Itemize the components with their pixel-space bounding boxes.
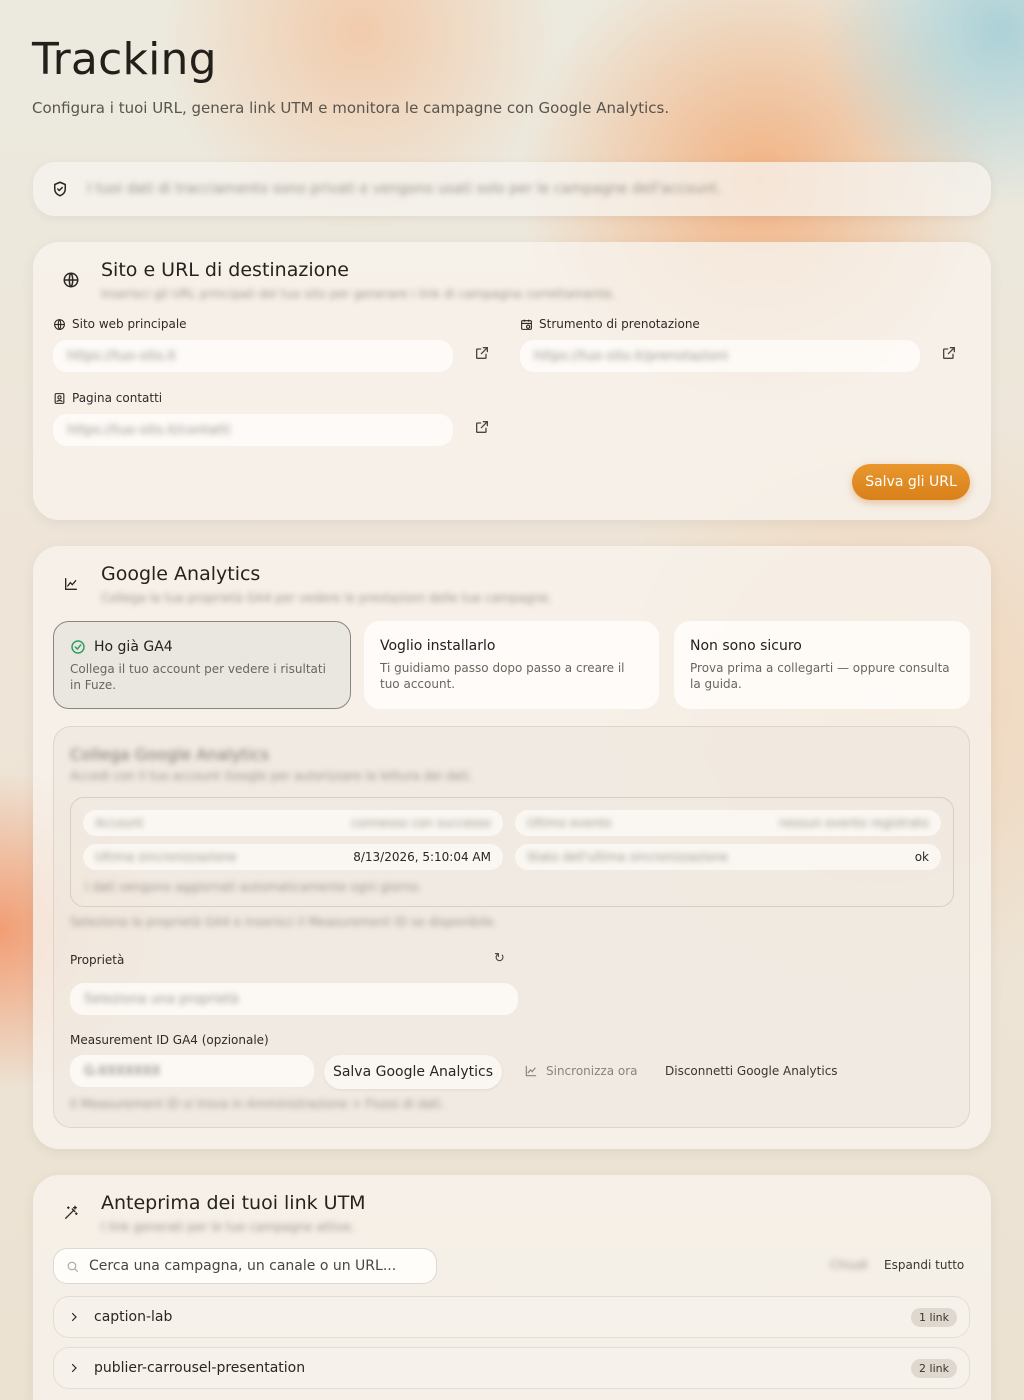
connection-description: Accedi con il tuo account Google per aut…	[70, 769, 473, 783]
measurement-id-label: Measurement ID GA4 (opzionale)	[70, 1033, 269, 1047]
external-link-icon[interactable]	[941, 345, 959, 363]
ga-card-description: Collega la tua proprietà GA4 per vedere …	[101, 591, 553, 605]
booking-url-input[interactable]: https://tuo-sito.it/prenotazioni	[520, 340, 920, 372]
disconnect-ga-button[interactable]: Disconnetti Google Analytics	[665, 1064, 838, 1078]
urls-card-title: Sito e URL di destinazione	[101, 259, 349, 281]
measurement-footer-note: Il Measurement ID si trova in Amministra…	[70, 1097, 445, 1111]
utm-card-title: Anteprima dei tuoi link UTM	[101, 1192, 366, 1214]
website-url-input[interactable]: https://tuo-sito.it	[53, 340, 453, 372]
link-count-badge: 2 link	[911, 1358, 957, 1378]
stat-last-event: Ultimo evento nessun evento registrato	[515, 810, 941, 836]
campaign-row[interactable]: caption-lab 1 link	[53, 1296, 970, 1338]
chevron-right-icon[interactable]	[68, 1311, 80, 1323]
check-circle-icon	[70, 639, 86, 655]
page-subtitle: Configura i tuoi URL, genera link UTM e …	[32, 99, 670, 117]
external-link-icon[interactable]	[474, 345, 492, 363]
line-chart-icon	[57, 570, 85, 598]
booking-label: Strumento di prenotazione	[520, 317, 700, 331]
option-not-sure[interactable]: Non sono sicuro Prova prima a collegarti…	[674, 621, 970, 709]
sync-now-button[interactable]: Sincronizza ora	[524, 1064, 638, 1078]
magic-wand-icon	[57, 1199, 85, 1227]
chevron-right-icon[interactable]	[68, 1362, 80, 1374]
save-urls-button[interactable]: Salva gli URL	[852, 464, 970, 500]
calendar-clock-icon	[520, 318, 533, 331]
globe-icon	[53, 318, 66, 331]
stats-note: I dati vengono aggiornati automaticament…	[85, 880, 422, 894]
option-install-ga4[interactable]: Voglio installarlo Ti guidiamo passo dop…	[364, 621, 659, 709]
page-title: Tracking	[32, 34, 217, 85]
google-analytics-card: Google Analytics Collega la tua propriet…	[33, 546, 991, 1149]
stat-last-sync: Ultima sincronizzazione 8/13/2026, 5:10:…	[83, 844, 503, 870]
connection-note: Seleziona la proprietà GA4 e inserisci i…	[70, 915, 498, 929]
save-google-analytics-button[interactable]: Salva Google Analytics	[324, 1055, 502, 1089]
contacts-url-input[interactable]: https://tuo-sito.it/contatti	[53, 414, 453, 446]
campaign-search-input[interactable]: Cerca una campagna, un canale o un URL..…	[53, 1248, 437, 1284]
privacy-notice-text: I tuoi dati di tracciamento sono privati…	[87, 181, 722, 197]
urls-card: Sito e URL di destinazione Inserisci gli…	[33, 242, 991, 520]
option-have-ga4[interactable]: Ho già GA4 Collega il tuo account per ve…	[53, 621, 351, 709]
website-label: Sito web principale	[53, 317, 187, 331]
urls-card-description: Inserisci gli URL principali del tuo sit…	[101, 287, 616, 301]
stat-sync-status: Stato dell'ultima sincronizzazione ok	[515, 844, 941, 870]
campaign-name: caption-lab	[94, 1309, 173, 1325]
utm-card-description: I link generati per le tue campagne atti…	[101, 1220, 355, 1234]
privacy-notice: I tuoi dati di tracciamento sono privati…	[33, 162, 991, 216]
line-chart-icon	[524, 1064, 538, 1078]
property-select[interactable]: Seleziona una proprietà	[70, 983, 518, 1015]
measurement-id-input[interactable]: G-XXXXXXX	[70, 1055, 314, 1087]
search-icon	[66, 1260, 79, 1273]
globe-icon	[57, 266, 85, 294]
tracking-page: Tracking Configura i tuoi URL, genera li…	[0, 0, 1024, 1400]
connection-title: Collega Google Analytics	[70, 745, 269, 764]
connection-status-box: Account connesso con successo Ultimo eve…	[70, 797, 954, 907]
link-count-badge: 1 link	[911, 1307, 957, 1327]
shield-check-icon	[51, 180, 69, 198]
contacts-label: Pagina contatti	[53, 391, 162, 405]
collapse-all-button[interactable]: Chiudi	[830, 1258, 868, 1272]
campaign-name: publier-carrousel-presentation	[94, 1360, 306, 1376]
refresh-icon[interactable]: ↻	[494, 951, 505, 966]
contact-card-icon	[53, 392, 66, 405]
property-label: Proprietà	[70, 953, 125, 967]
expand-all-button[interactable]: Espandi tutto	[884, 1258, 964, 1272]
campaign-row[interactable]: publier-carrousel-presentation 2 link	[53, 1347, 970, 1389]
ga-card-title: Google Analytics	[101, 563, 261, 585]
external-link-icon[interactable]	[474, 419, 492, 437]
utm-preview-card: Anteprima dei tuoi link UTM I link gener…	[33, 1175, 991, 1400]
ga-connection-panel: Collega Google Analytics Accedi con il t…	[53, 726, 970, 1128]
stat-account: Account connesso con successo	[83, 810, 503, 836]
